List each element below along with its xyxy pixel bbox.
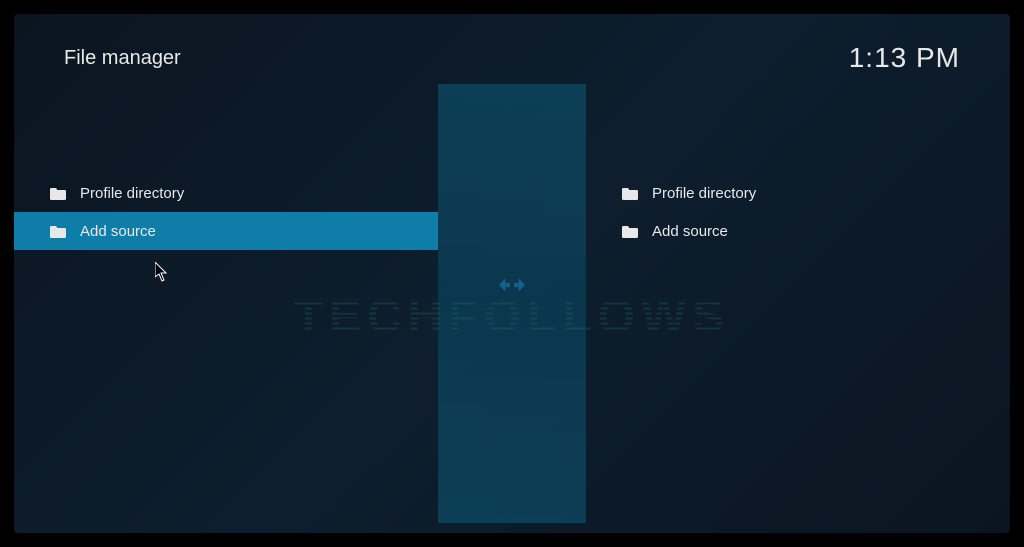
- folder-icon: [622, 225, 638, 237]
- header-bar: File manager 1:13 PM: [14, 14, 1010, 84]
- right-item-profile-directory[interactable]: Profile directory: [586, 174, 1010, 212]
- file-panes: Profile directory Add source: [14, 84, 1010, 523]
- page-title: File manager: [64, 47, 181, 70]
- left-item-add-source[interactable]: Add source: [14, 212, 438, 250]
- item-label: Add source: [80, 223, 156, 240]
- folder-icon: [622, 187, 638, 199]
- item-label: Profile directory: [80, 185, 184, 202]
- folder-icon: [50, 225, 66, 237]
- clock: 1:13 PM: [849, 42, 960, 74]
- content-area: Profile directory Add source: [14, 84, 1010, 523]
- left-item-profile-directory[interactable]: Profile directory: [14, 174, 438, 212]
- swap-arrows-icon[interactable]: [497, 274, 527, 296]
- right-pane: Profile directory Add source: [586, 84, 1010, 523]
- app-screen: File manager 1:13 PM Profile directory A…: [14, 14, 1010, 533]
- left-pane: Profile directory Add source: [14, 84, 438, 523]
- center-divider: [438, 84, 586, 523]
- item-label: Add source: [652, 223, 728, 240]
- item-label: Profile directory: [652, 185, 756, 202]
- right-item-add-source[interactable]: Add source: [586, 212, 1010, 250]
- folder-icon: [50, 187, 66, 199]
